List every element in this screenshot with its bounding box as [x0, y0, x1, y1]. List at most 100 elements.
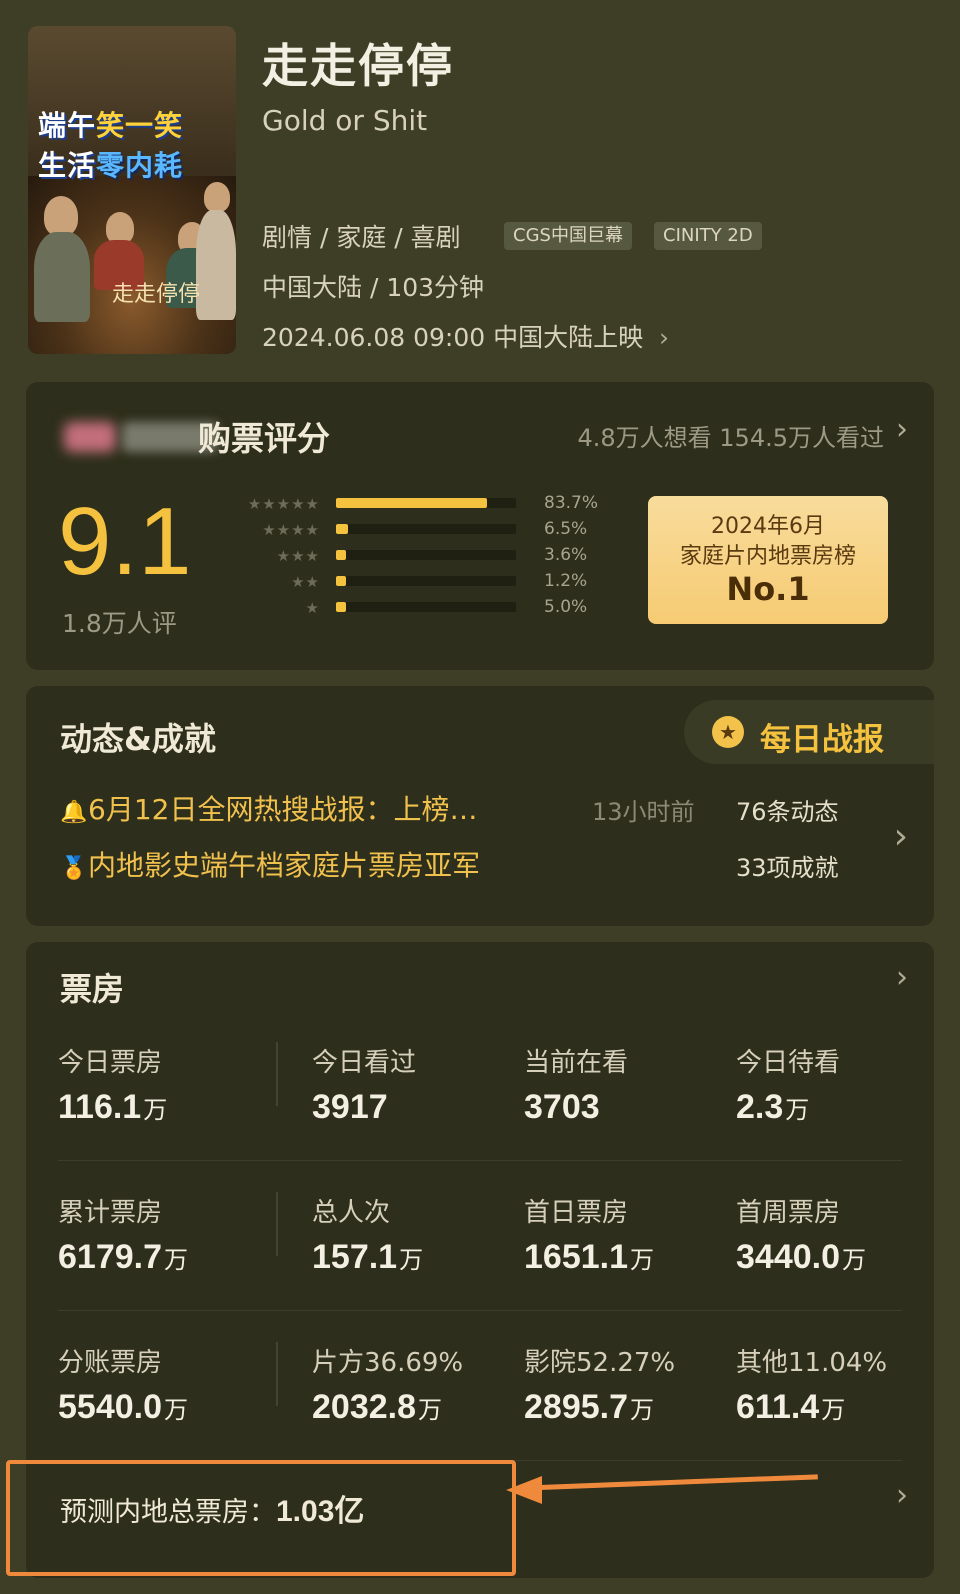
stat-unit: 万	[821, 1396, 846, 1424]
movie-english-title: Gold or Shit	[262, 104, 428, 137]
chevron-right-icon[interactable]: ›	[896, 1478, 908, 1513]
poster-figure	[204, 182, 230, 212]
stat-label: 今日票房	[58, 1048, 163, 1078]
daily-report-label: 每日战报	[760, 722, 884, 758]
rating-bar-fill	[336, 576, 346, 586]
divider	[276, 1042, 278, 1106]
stat-number: 157.1	[312, 1238, 398, 1276]
stat-unit: 万	[399, 1246, 424, 1274]
rating-score: 9.1	[58, 488, 192, 595]
stat-label: 当前在看	[524, 1048, 629, 1078]
award-category: 家庭片内地票房榜	[679, 544, 856, 569]
stat-label: 首周票房	[736, 1198, 841, 1228]
movie-release[interactable]: 2024.06.08 09:00 中国大陆上映 ›	[262, 318, 669, 354]
stat-number: 2032.8	[312, 1388, 416, 1426]
movie-poster[interactable]: 端午笑一笑 生活零内耗 走走停停	[28, 26, 236, 354]
award-badge[interactable]: 2024年6月 家庭片内地票房榜 No.1	[648, 496, 888, 624]
stat-label: 首日票房	[524, 1198, 629, 1228]
box-office-title: 票房	[60, 970, 125, 1008]
stat-value: 6179.7万	[58, 1238, 188, 1277]
stat-label: 分账票房	[58, 1348, 163, 1378]
medal-icon: 🏅	[60, 856, 88, 881]
chevron-right-icon[interactable]: ›	[896, 412, 908, 447]
format-tag: CGS中国巨幕	[504, 222, 632, 250]
stat-unit: 万	[418, 1396, 442, 1424]
rating-stars: ★★★	[276, 547, 320, 565]
achievement-item[interactable]: 🏅内地影史端午档家庭片票房亚军	[60, 844, 480, 884]
stat-label: 影院52.27%	[524, 1348, 676, 1378]
stat-unit: 万	[785, 1096, 810, 1124]
rating-percent: 6.5%	[544, 519, 588, 539]
daily-report-button[interactable]: ★ 每日战报	[684, 700, 934, 764]
news-title: 动态&成就	[60, 720, 216, 758]
annotation-arrow-head	[506, 1476, 542, 1504]
award-date: 2024年6月	[711, 514, 825, 539]
stat-value: 3703	[524, 1088, 602, 1127]
stat-number: 116.1	[58, 1088, 142, 1126]
chevron-right-icon[interactable]: ›	[894, 816, 908, 857]
medal-icon: ★	[712, 716, 744, 748]
rating-stars: ★	[305, 599, 320, 617]
poster-figure-body	[34, 232, 90, 322]
rating-count: 1.8万人评	[62, 609, 177, 638]
release-text: 2024.06.08 09:00 中国大陆上映	[262, 323, 644, 352]
stat-value: 2895.7万	[524, 1388, 654, 1427]
poster-slogan-line2: 生活零内耗	[38, 149, 184, 182]
rating-stats[interactable]: 4.8万人想看 154.5万人看过	[577, 418, 884, 453]
movie-region-duration: 中国大陆 / 103分钟	[262, 273, 485, 302]
news-item[interactable]: 🔔6月12日全网热搜战报：上榜…	[60, 788, 477, 828]
stat-unit: 万	[164, 1246, 188, 1274]
stat-value: 3917	[312, 1088, 390, 1127]
chevron-right-icon: ›	[659, 323, 670, 352]
rating-bar-fill	[336, 524, 348, 534]
rating-stars: ★★	[291, 573, 320, 591]
stat-label: 片方36.69%	[312, 1348, 464, 1378]
rating-bar	[336, 602, 516, 612]
achievement-count: 33项成就	[736, 854, 839, 882]
rating-bar	[336, 524, 516, 534]
news-item-text: 6月12日全网热搜战报：上榜…	[88, 793, 478, 826]
blurred-logo	[64, 422, 116, 452]
chevron-right-icon[interactable]: ›	[896, 960, 908, 995]
stat-value: 116.1万	[58, 1088, 167, 1127]
poster-figure-body	[196, 210, 236, 320]
divider	[276, 1342, 278, 1406]
rating-percent: 3.6%	[544, 545, 588, 565]
stat-value: 611.4万	[736, 1388, 845, 1427]
stat-label: 累计票房	[58, 1198, 163, 1228]
rating-percent: 83.7%	[544, 493, 599, 513]
poster-title: 走走停停	[112, 282, 201, 307]
stat-number: 5540.0	[58, 1388, 162, 1426]
news-count: 76条动态	[736, 798, 839, 826]
stat-unit: 万	[842, 1246, 866, 1274]
stat-value: 2.3万	[736, 1088, 809, 1127]
rating-bar-fill	[336, 550, 346, 560]
rating-card: 购票评分 4.8万人想看 154.5万人看过 › 9.1 1.8万人评 ★★★★…	[26, 382, 934, 670]
rating-bar-fill	[336, 498, 487, 508]
rating-stars: ★★★★	[262, 521, 320, 539]
rating-title: 购票评分	[198, 419, 330, 458]
rating-stars: ★★★★★	[247, 495, 320, 513]
stat-value: 3440.0万	[736, 1238, 866, 1277]
news-card: 动态&成就 ★ 每日战报 🔔6月12日全网热搜战报：上榜… 13小时前 76条动…	[26, 686, 934, 926]
poster-figure	[44, 196, 78, 236]
stat-unit: 万	[630, 1396, 654, 1424]
rating-percent: 5.0%	[544, 597, 588, 617]
rating-percent: 1.2%	[544, 571, 588, 591]
stat-label: 今日看过	[312, 1048, 417, 1078]
bell-icon: 🔔	[60, 800, 88, 825]
stat-number: 3703	[524, 1088, 600, 1126]
divider	[276, 1192, 278, 1256]
rating-stats-text: 4.8万人想看 154.5万人看过	[577, 424, 884, 452]
movie-genres: 剧情 / 家庭 / 喜剧	[262, 223, 461, 252]
format-tag: CINITY 2D	[654, 222, 762, 250]
rating-bar-fill	[336, 602, 346, 612]
stat-label: 总人次	[312, 1198, 391, 1228]
highlight-box	[6, 1460, 516, 1576]
stat-value: 157.1万	[312, 1238, 423, 1277]
stat-unit: 万	[143, 1096, 168, 1124]
news-time: 13小时前	[592, 798, 695, 826]
stat-value: 1651.1万	[524, 1238, 654, 1277]
rating-bar	[336, 576, 516, 586]
stat-number: 3440.0	[736, 1238, 840, 1276]
